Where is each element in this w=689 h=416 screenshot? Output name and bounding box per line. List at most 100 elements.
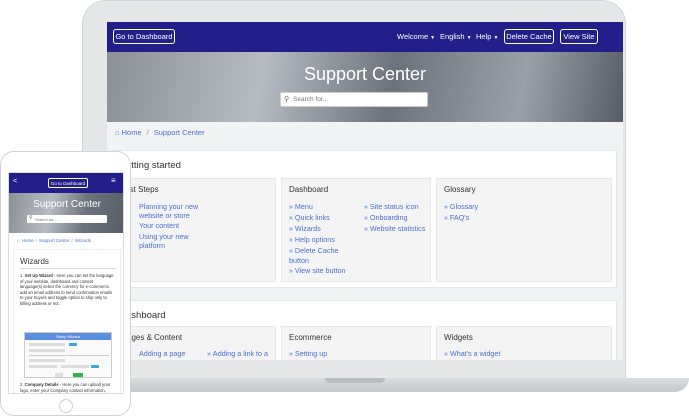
dashboard-link[interactable]: » Onboarding [364,213,407,223]
chevron-right-icon: » [444,215,448,222]
wizard-back-button [55,373,63,377]
language-menu[interactable]: English ▼ [440,32,472,41]
first-steps-link[interactable]: Planning your new website or store [139,202,209,220]
dashboard-link-label: View site button [294,266,346,275]
dashboard-link-label: Wizards [294,224,321,233]
dashboard-link[interactable]: » View site button [289,266,346,276]
chevron-right-icon: » [289,237,293,244]
mobile-breadcrumb-wizards[interactable]: Wizards [75,238,91,243]
dashboard-link-label: Delete Cache button [289,246,339,265]
mobile-search-box[interactable]: ⚲ Search for... [27,215,107,223]
chevron-right-icon: » [289,215,293,222]
dashboard-link[interactable]: » Help options [289,235,335,245]
chevron-right-icon: » [444,204,448,211]
caret-down-icon: ▼ [430,35,436,41]
setup-wizard-preview: Setup Wizard [24,332,112,378]
step2-bold: Company Details [24,382,59,387]
ecommerce-card-title: Ecommerce [289,333,332,342]
dashboard-link[interactable]: » Wizards [289,224,321,234]
breadcrumb-separator: / [146,128,149,137]
dashboard-link-label: Help options [294,235,335,244]
ecommerce-link[interactable]: » Setting up [289,349,327,359]
welcome-menu[interactable]: Welcome ▼ [397,32,435,41]
dashboard-link[interactable]: » Quick links [289,213,330,223]
glossary-link-label: Glossary [449,202,479,211]
ecommerce-card: Ecommerce » Setting up [281,326,431,360]
go-to-dashboard-button[interactable]: Go to Dashboard [113,29,175,44]
widgets-link-label: What's a widget [449,349,501,358]
phone-screen: < Go to Dashboard ≡ Support Center ⚲ Sea… [8,172,124,394]
dashboard-link-label: Website statistics [369,224,426,233]
glossary-card: Glossary » Glossary » FAQ's [436,178,612,282]
wizard-field [29,343,65,346]
laptop-screen: Go to Dashboard Welcome ▼ English ▼ Help ▼ … [107,22,623,360]
glossary-link[interactable]: » FAQ's [444,213,469,223]
dashboard-card-title: Dashboard [289,185,329,194]
back-icon[interactable]: < [13,178,17,185]
hero-banner: Support Center ⚲ [107,52,623,122]
search-icon: ⚲ [29,215,33,221]
device-mockup: Go to Dashboard Welcome ▼ English ▼ Help ▼ … [0,0,689,416]
dashboard-link[interactable]: » Website statistics [364,224,425,234]
breadcrumb-home-label: Home [121,128,142,137]
hamburger-menu-icon[interactable]: ≡ [111,176,116,185]
wizard-toggle [91,365,99,368]
wizard-field [29,365,57,368]
first-steps-title: rst Steps [127,185,159,194]
first-steps-link[interactable]: Using your new platform [139,232,199,250]
glossary-link-label: FAQ's [449,213,470,222]
laptop-notch [325,378,385,383]
caret-down-icon: ▼ [466,35,472,41]
glossary-card-title: Glossary [444,185,476,194]
delete-cache-button[interactable]: Delete Cache [504,29,554,44]
help-menu[interactable]: Help ▼ [476,32,498,41]
dashboard-link[interactable]: » Menu [289,202,313,212]
help-label: Help [476,32,492,41]
dashboard-link-label: Menu [294,202,313,211]
divider [29,355,109,356]
pages-link[interactable]: » Adding a link to a [207,349,268,359]
mobile-navbar: < Go to Dashboard ≡ [9,173,123,193]
hero-title: Support Center [303,64,427,84]
phone-frame: < Go to Dashboard ≡ Support Center ⚲ Sea… [0,151,131,416]
chevron-right-icon: » [207,351,211,358]
widgets-card-title: Widgets [444,333,473,342]
wizard-next-button [73,373,83,377]
top-navbar: Go to Dashboard Welcome ▼ English ▼ Help ▼ … [107,22,623,52]
home-icon: ⌂ [115,128,120,137]
widgets-link[interactable]: » What's a widget [444,349,500,359]
step2-text: 2. Company Details - Here you can upload… [20,382,116,393]
pages-content-card: ages & Content Adding a page » Adding a l… [120,326,276,360]
glossary-link[interactable]: » Glossary [444,202,478,212]
chevron-right-icon: » [364,204,368,211]
phone-home-button [59,399,73,413]
chevron-right-icon: » [289,226,293,233]
wizard-field [61,365,89,368]
mobile-go-to-dashboard-button[interactable]: Go to Dashboard [48,178,88,188]
pages-link-label: Adding a link to a [212,349,269,358]
dashboard-link-label: Site status icon [369,202,419,211]
breadcrumb-home[interactable]: ⌂ Home [115,128,142,137]
breadcrumb-current[interactable]: Support Center [154,128,205,137]
wizard-field [29,349,65,352]
dashboard-link-label: Quick links [294,213,330,222]
mobile-search-placeholder[interactable]: Search for... [35,217,57,222]
dashboard-link[interactable]: » Delete Cache button [289,246,349,265]
first-steps-link[interactable]: Your content [139,221,179,230]
widgets-card: Widgets » What's a widget [436,326,612,360]
home-icon: ⌂ [17,238,20,243]
wizard-toggle [69,343,77,346]
getting-started-title: etting started [126,160,181,171]
mobile-breadcrumb-home[interactable]: Home [22,238,34,243]
ecommerce-link-label: Setting up [294,349,328,358]
language-label: English [440,32,465,41]
search-input[interactable] [293,93,423,106]
mobile-hero-banner: Support Center ⚲ Search for... [9,193,123,233]
search-box[interactable]: ⚲ [280,92,428,107]
view-site-button[interactable]: View Site [560,29,598,44]
mobile-breadcrumb-support[interactable]: Support Center [39,238,70,243]
mobile-breadcrumb: ⌂ Home / Support Center / Wizards [17,238,91,243]
dashboard-link[interactable]: » Site status icon [364,202,419,212]
pages-link[interactable]: Adding a page [139,349,185,358]
caret-down-icon: ▼ [493,35,499,41]
